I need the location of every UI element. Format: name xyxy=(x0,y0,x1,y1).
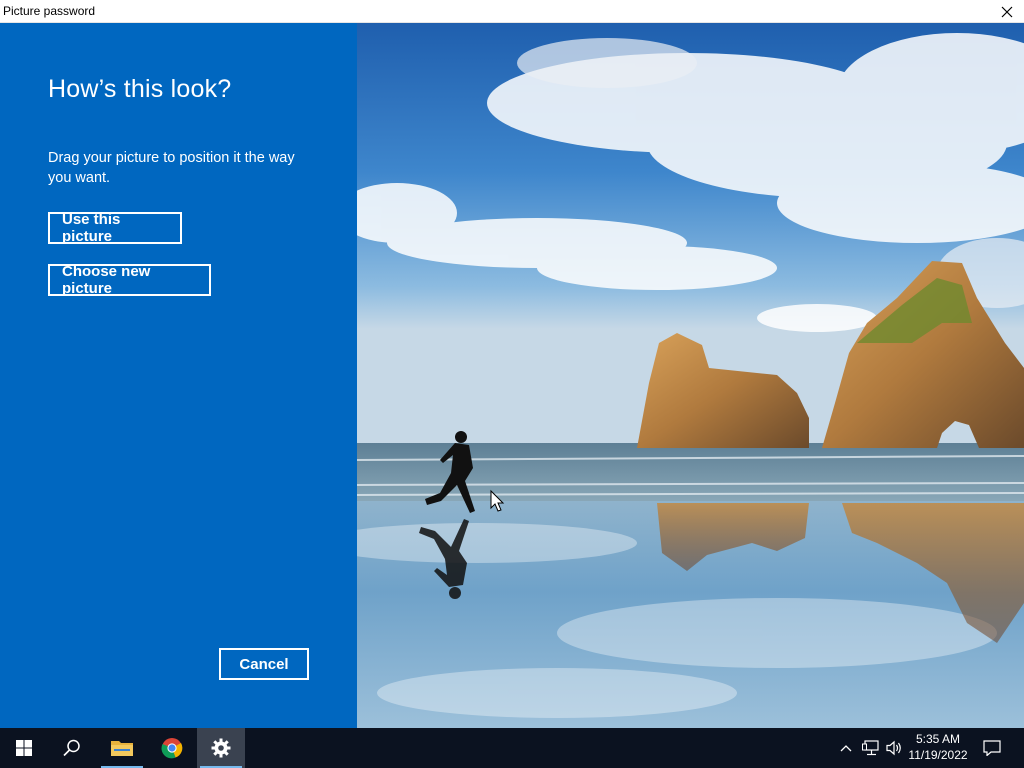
windows-logo-icon xyxy=(16,740,32,756)
chevron-up-icon xyxy=(840,745,852,752)
network-icon xyxy=(862,740,879,756)
clock[interactable]: 5:35 AM 11/19/2022 xyxy=(902,731,974,763)
clock-date: 11/19/2022 xyxy=(908,748,968,762)
instructions-text: Drag your picture to position it the way… xyxy=(48,150,295,186)
speaker-icon xyxy=(885,740,901,756)
choose-new-picture-button[interactable]: Choose new picture xyxy=(48,263,211,297)
folder-icon xyxy=(111,741,133,756)
use-this-picture-button[interactable]: Use this picture xyxy=(48,211,182,245)
show-hidden-icons-button[interactable] xyxy=(836,728,856,768)
title-bar: Picture password xyxy=(0,0,1024,23)
network-button[interactable] xyxy=(860,728,882,768)
instructions-panel: How’s this look? Drag your picture to po… xyxy=(0,23,357,728)
settings-gear-icon xyxy=(211,738,231,758)
settings-button[interactable] xyxy=(197,728,245,768)
chrome-button[interactable] xyxy=(148,728,196,768)
clock-time: 5:35 AM xyxy=(915,732,961,746)
close-icon xyxy=(1001,6,1013,17)
chrome-icon xyxy=(161,738,183,759)
file-explorer-button[interactable] xyxy=(98,728,146,768)
window-title: Picture password xyxy=(3,4,96,18)
notification-icon xyxy=(983,740,1001,756)
start-button[interactable] xyxy=(0,728,48,768)
picture-preview[interactable] xyxy=(357,23,1024,728)
search-button[interactable] xyxy=(48,728,96,768)
search-icon xyxy=(63,739,80,757)
notifications-button[interactable] xyxy=(978,728,1006,768)
beach-picture xyxy=(357,23,1024,728)
taskbar: 5:35 AM 11/19/2022 xyxy=(0,728,1024,768)
close-button[interactable] xyxy=(990,0,1024,23)
volume-button[interactable] xyxy=(884,728,904,768)
page-title: How’s this look? xyxy=(48,75,232,103)
cancel-button[interactable]: Cancel xyxy=(219,648,309,680)
